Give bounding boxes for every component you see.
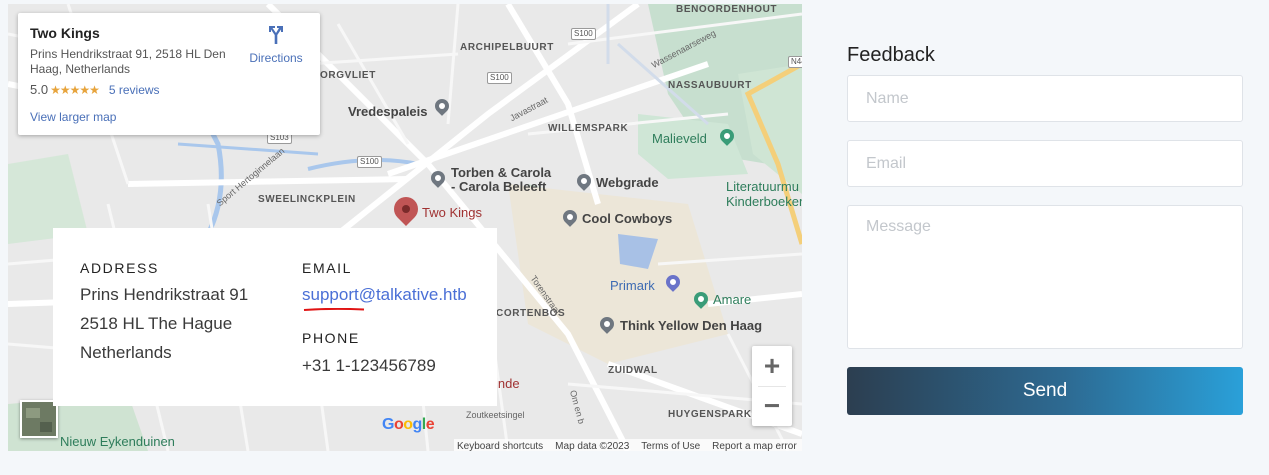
zoom-control: + − — [752, 346, 792, 426]
map-label-huygenspark: HUYGENSPARK — [668, 409, 752, 420]
map-label-willemspark: WILLEMSPARK — [548, 123, 629, 134]
phone-number: +31 1-123456789 — [302, 356, 436, 375]
address-line-1: Prins Hendrikstraat 91 — [80, 285, 249, 304]
address-heading: ADDRESS — [80, 260, 159, 276]
map-label-nassaubuurt: NASSAUBUURT — [668, 80, 752, 91]
map-label-orgvliet: ORGVLIET — [320, 70, 376, 81]
map-attribution-bar: Keyboard shortcuts Map data ©2023 Terms … — [454, 439, 802, 451]
rating-value: 5.0 — [30, 82, 49, 97]
email-link[interactable]: support@talkative.htb — [302, 285, 467, 305]
directions-icon — [269, 26, 283, 44]
feedback-title: Feedback — [847, 44, 935, 66]
poi-inde[interactable]: inde — [495, 376, 520, 391]
rating-row: 5.0 ★★★★★ 5 reviews — [30, 82, 308, 97]
report-map-error-link[interactable]: Report a map error — [712, 441, 796, 452]
poi-two-kings[interactable]: Two Kings — [422, 205, 482, 220]
poi-vredespaleis[interactable]: Vredespaleis — [348, 104, 428, 119]
view-larger-map-link[interactable]: View larger map — [30, 110, 308, 124]
route-shield-s100: S100 — [571, 28, 596, 40]
route-shield-s100: S100 — [487, 72, 512, 84]
phone-heading: PHONE — [302, 330, 360, 346]
poi-torben-line2: - Carola Beleeft — [451, 179, 547, 194]
map-label-benoordenhout: BENOORDENHOUT — [676, 4, 778, 15]
poi-webgrade[interactable]: Webgrade — [596, 175, 659, 190]
map-label-sweelinckplein: SWEELINCKPLEIN — [258, 194, 356, 205]
email-input[interactable] — [847, 140, 1243, 187]
directions-label: Directions — [249, 51, 303, 65]
zoom-in-button[interactable]: + — [752, 346, 792, 386]
google-logo-letter: e — [425, 416, 435, 433]
send-button[interactable]: Send — [847, 367, 1243, 415]
feedback-form: Feedback Send — [847, 44, 1243, 415]
google-logo-letter: g — [412, 416, 423, 433]
poi-literatuurmuseum[interactable]: LiteratuurmuKinderboekenm — [726, 179, 802, 209]
contact-info-card: ADDRESS Prins Hendrikstraat 91 2518 HL T… — [53, 228, 497, 406]
poi-lit-line1: Literatuurmu — [726, 179, 799, 194]
poi-think-yellow[interactable]: Think Yellow Den Haag — [620, 318, 762, 333]
route-shield-s100: S100 — [357, 156, 382, 168]
map-label-archipelbuurt: ARCHIPELBUURT — [460, 42, 554, 53]
poi-primark[interactable]: Primark — [610, 278, 655, 293]
address-line-3: Netherlands — [80, 343, 172, 362]
place-info-card: Two Kings Prins Hendrikstraat 91, 2518 H… — [18, 13, 320, 135]
map-road-zoutkeetsingel: Zoutkeetsingel — [466, 410, 525, 420]
poi-cool-cowboys[interactable]: Cool Cowboys — [582, 211, 672, 226]
name-input[interactable] — [847, 75, 1243, 122]
map-label-nieuw-eykenduinen: Nieuw Eykenduinen — [60, 434, 175, 449]
address-line-2: 2518 HL The Hague — [80, 314, 233, 333]
email-heading: EMAIL — [302, 260, 353, 276]
star-rating-icon: ★★★★★ — [50, 82, 100, 97]
terms-of-use-link[interactable]: Terms of Use — [641, 441, 700, 452]
poi-lit-line2: Kinderboekenm — [726, 194, 802, 209]
reviews-link[interactable]: 5 reviews — [109, 83, 160, 97]
google-logo-letter: o — [393, 416, 404, 433]
place-address: Prins Hendrikstraat 91, 2518 HL Den Haag… — [30, 47, 226, 76]
poi-malieveld[interactable]: Malieveld — [652, 131, 707, 146]
red-underline-mark — [303, 308, 365, 311]
google-logo: Google — [382, 416, 435, 434]
route-shield-n44: N44 — [788, 56, 802, 68]
poi-torben-carola[interactable]: Torben & Carola - Carola Beleeft — [451, 166, 551, 194]
google-logo-letter: o — [403, 416, 413, 433]
zoom-out-button[interactable]: − — [752, 386, 792, 426]
keyboard-shortcuts-link[interactable]: Keyboard shortcuts — [457, 441, 543, 452]
directions-button[interactable]: Directions — [246, 23, 306, 65]
poi-amare[interactable]: Amare — [713, 292, 751, 307]
poi-torben-line1: Torben & Carola — [451, 165, 552, 180]
message-textarea[interactable] — [847, 205, 1243, 349]
map-data-text: Map data ©2023 — [555, 440, 630, 452]
google-logo-letter: G — [382, 416, 394, 433]
map-label-zuidwal: ZUIDWAL — [608, 365, 658, 376]
